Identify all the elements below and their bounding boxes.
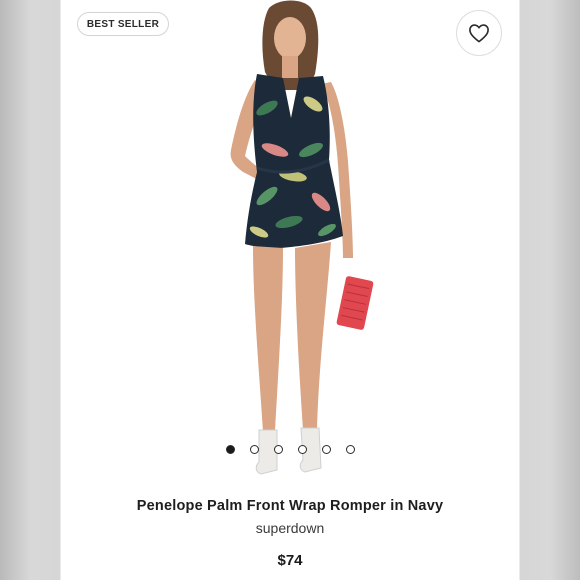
carousel-dot-3[interactable]: [273, 445, 283, 454]
carousel-dot-5[interactable]: [321, 445, 331, 454]
product-card: BEST SELLER Penelope Palm Front Wrap Rom…: [61, 0, 519, 580]
model-left-leg: [253, 246, 283, 432]
wishlist-button[interactable]: [456, 10, 502, 56]
product-image[interactable]: [171, 0, 411, 490]
carousel-dots: [61, 445, 519, 459]
model-face: [274, 17, 306, 59]
product-title[interactable]: Penelope Palm Front Wrap Romper in Navy: [61, 498, 519, 514]
product-price: $74: [277, 552, 303, 569]
product-brand[interactable]: superdown: [61, 520, 519, 536]
badge-label: BEST SELLER: [86, 18, 160, 30]
clutch-bag: [336, 276, 374, 330]
screenshot-frame: BEST SELLER Penelope Palm Front Wrap Rom…: [0, 0, 580, 580]
best-seller-badge: BEST SELLER: [77, 12, 169, 36]
carousel-dot-1[interactable]: [225, 445, 235, 454]
heart-icon: [469, 24, 489, 43]
carousel-dot-6[interactable]: [345, 445, 355, 454]
model-right-leg: [295, 242, 331, 430]
carousel-dot-2[interactable]: [249, 445, 259, 454]
carousel-dot-4[interactable]: [297, 445, 307, 454]
